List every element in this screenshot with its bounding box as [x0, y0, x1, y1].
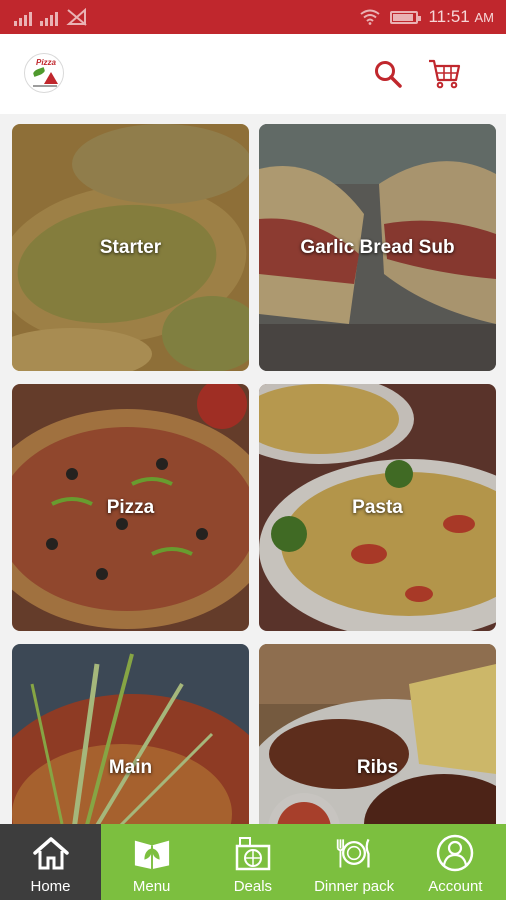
- category-label: Main: [108, 756, 153, 778]
- nav-label: Home: [30, 878, 71, 895]
- ribs-image: [259, 644, 496, 824]
- category-tile-starter[interactable]: Starter: [12, 124, 249, 371]
- category-tile-main[interactable]: Main: [12, 644, 249, 824]
- clock-time: 11:51: [428, 7, 470, 26]
- clock: 11:51 AM: [428, 7, 494, 27]
- no-signal-icon: [66, 8, 87, 26]
- pizza-logo[interactable]: Pizza: [24, 53, 64, 93]
- nav-item-deals[interactable]: Deals: [202, 824, 303, 900]
- cart-icon: [429, 59, 461, 89]
- nav-item-account[interactable]: Account: [405, 824, 506, 900]
- signal-icon: [40, 10, 58, 26]
- signal-icon: [14, 10, 32, 26]
- nav-label: Deals: [233, 878, 273, 895]
- nav-item-home[interactable]: Home: [0, 824, 101, 900]
- home-icon: [32, 834, 70, 872]
- clock-ampm: AM: [474, 10, 495, 25]
- app-bar: Pizza: [0, 34, 506, 114]
- cart-button[interactable]: [426, 56, 462, 92]
- nav-label: Account: [428, 878, 483, 895]
- bottom-navigation: Home Menu Deals Dinner pack Account: [0, 824, 506, 900]
- main-dish-image: [12, 644, 249, 824]
- category-tile-pizza[interactable]: Pizza: [12, 384, 249, 631]
- logo-slice: [44, 72, 58, 84]
- category-label: Pasta: [352, 496, 403, 518]
- category-tile-pasta[interactable]: Pasta: [259, 384, 496, 631]
- category-grid: Starter Garlic Bread Sub Pizza Pasta Mai…: [12, 124, 496, 824]
- nav-item-menu[interactable]: Menu: [101, 824, 202, 900]
- category-label: Garlic Bread Sub: [300, 236, 455, 258]
- search-button[interactable]: [370, 56, 406, 92]
- nav-label: Dinner pack: [314, 878, 395, 895]
- menu-book-icon: [133, 834, 171, 872]
- category-label: Pizza: [106, 496, 155, 518]
- deals-icon: [234, 834, 272, 872]
- search-icon: [375, 61, 402, 88]
- category-label: Starter: [99, 236, 162, 258]
- category-tile-ribs[interactable]: Ribs: [259, 644, 496, 824]
- dinner-icon: [335, 834, 373, 872]
- category-label: Ribs: [356, 756, 399, 778]
- nav-label: Menu: [132, 878, 171, 895]
- status-left-icons: [14, 8, 88, 26]
- status-bar: 11:51 AM: [0, 0, 506, 34]
- category-tile-garlic-bread-sub[interactable]: Garlic Bread Sub: [259, 124, 496, 371]
- status-right-icons: 11:51 AM: [360, 7, 494, 27]
- battery-icon: [390, 10, 422, 24]
- wifi-icon: [360, 9, 381, 25]
- nav-item-dinner-pack[interactable]: Dinner pack: [304, 824, 405, 900]
- logo-underline: [33, 85, 57, 87]
- logo-text: Pizza: [36, 58, 57, 67]
- account-icon: [436, 834, 474, 872]
